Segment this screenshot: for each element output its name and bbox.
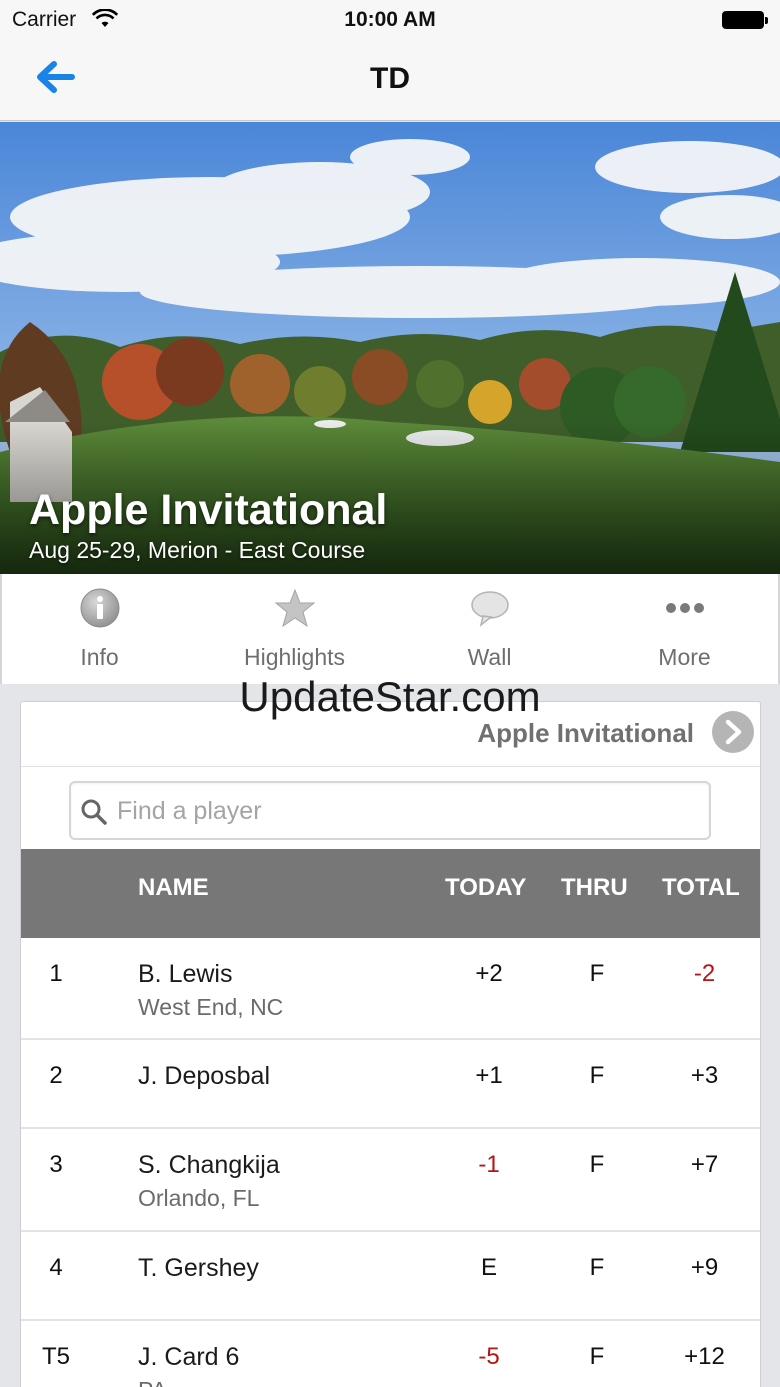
player-today-score: -5 [478,1343,500,1370]
player-thru: F [589,1254,605,1281]
player-total-score: +9 [690,1254,719,1281]
player-row[interactable]: 2 J. Deposbal +1 F +3 [21,1040,760,1129]
player-today-score: -1 [478,1151,500,1178]
battery-icon [722,11,768,29]
column-name: NAME [138,874,209,901]
player-position: T5 [41,1343,70,1370]
search-row [21,767,760,849]
event-banner: Apple Invitational Aug 25-29, Merion - E… [0,122,780,574]
star-icon [274,588,316,628]
find-player-input[interactable] [117,791,697,831]
event-title: Apple Invitational [29,486,388,534]
tab-more[interactable]: More [587,574,780,684]
player-name: J. Deposbal [138,1062,271,1090]
player-row[interactable]: 3 S. Changkija Orlando, FL -1 F +7 [21,1129,760,1232]
search-icon [81,799,107,825]
leaderboard-column-header: NAME TODAY THRU TOTAL [21,849,760,938]
player-today-score: +1 [475,1062,503,1089]
event-tab-bar: Info Highlights Wall More [0,574,780,684]
player-name: J. Card 6 [138,1343,240,1371]
column-today: TODAY [445,874,527,901]
tab-wall[interactable]: Wall [392,574,587,684]
player-thru: F [589,1151,605,1178]
tab-more-label: More [658,644,711,670]
column-thru: THRU [561,874,628,901]
status-bar: Carrier 10:00 AM [0,0,780,40]
player-row[interactable]: 1 B. Lewis West End, NC +2 F -2 [21,938,760,1040]
player-row[interactable]: T5 J. Card 6 PA -5 F +12 [21,1321,760,1387]
player-total-score: +3 [690,1062,719,1089]
tab-highlights[interactable]: Highlights [197,574,392,684]
player-row[interactable]: 4 T. Gershey E F +9 [21,1232,760,1321]
player-position: 3 [49,1151,63,1178]
player-location: West End, NC [138,994,284,1020]
column-total: TOTAL [662,874,740,901]
player-thru: F [589,1343,605,1370]
player-total-score: +7 [690,1151,719,1178]
watermark: UpdateStar.com [239,673,541,720]
player-name: B. Lewis [138,960,233,988]
status-time: 10:00 AM [344,8,436,31]
search-field [69,781,711,840]
leaderboard-card: Apple Invitational NAME TODAY THRU TOTAL… [20,701,761,1387]
player-position: 4 [49,1254,63,1281]
player-name: T. Gershey [138,1254,259,1282]
info-icon [80,588,120,628]
speech-bubble-icon [471,591,509,627]
player-total-score: -2 [693,960,716,987]
tab-highlights-label: Highlights [244,644,345,670]
tab-info-label: Info [80,644,119,670]
player-total-score: +12 [684,1343,725,1370]
nav-title: TD [370,62,410,95]
player-today-score: E [480,1254,497,1281]
event-subtitle: Aug 25-29, Merion - East Course [29,537,366,563]
navigation-bar: TD [0,40,780,121]
player-position: 1 [49,960,63,987]
tab-wall-label: Wall [467,644,512,670]
player-position: 2 [49,1062,63,1089]
player-location: Orlando, FL [138,1185,260,1211]
player-location: PA [138,1377,167,1387]
player-thru: F [589,960,605,987]
player-name: S. Changkija [138,1151,280,1179]
player-today-score: +2 [475,960,503,987]
tab-info[interactable]: Info [2,574,197,684]
more-dots-icon [666,603,704,613]
leaderboard-title: Apple Invitational [477,718,694,748]
player-thru: F [589,1062,605,1089]
